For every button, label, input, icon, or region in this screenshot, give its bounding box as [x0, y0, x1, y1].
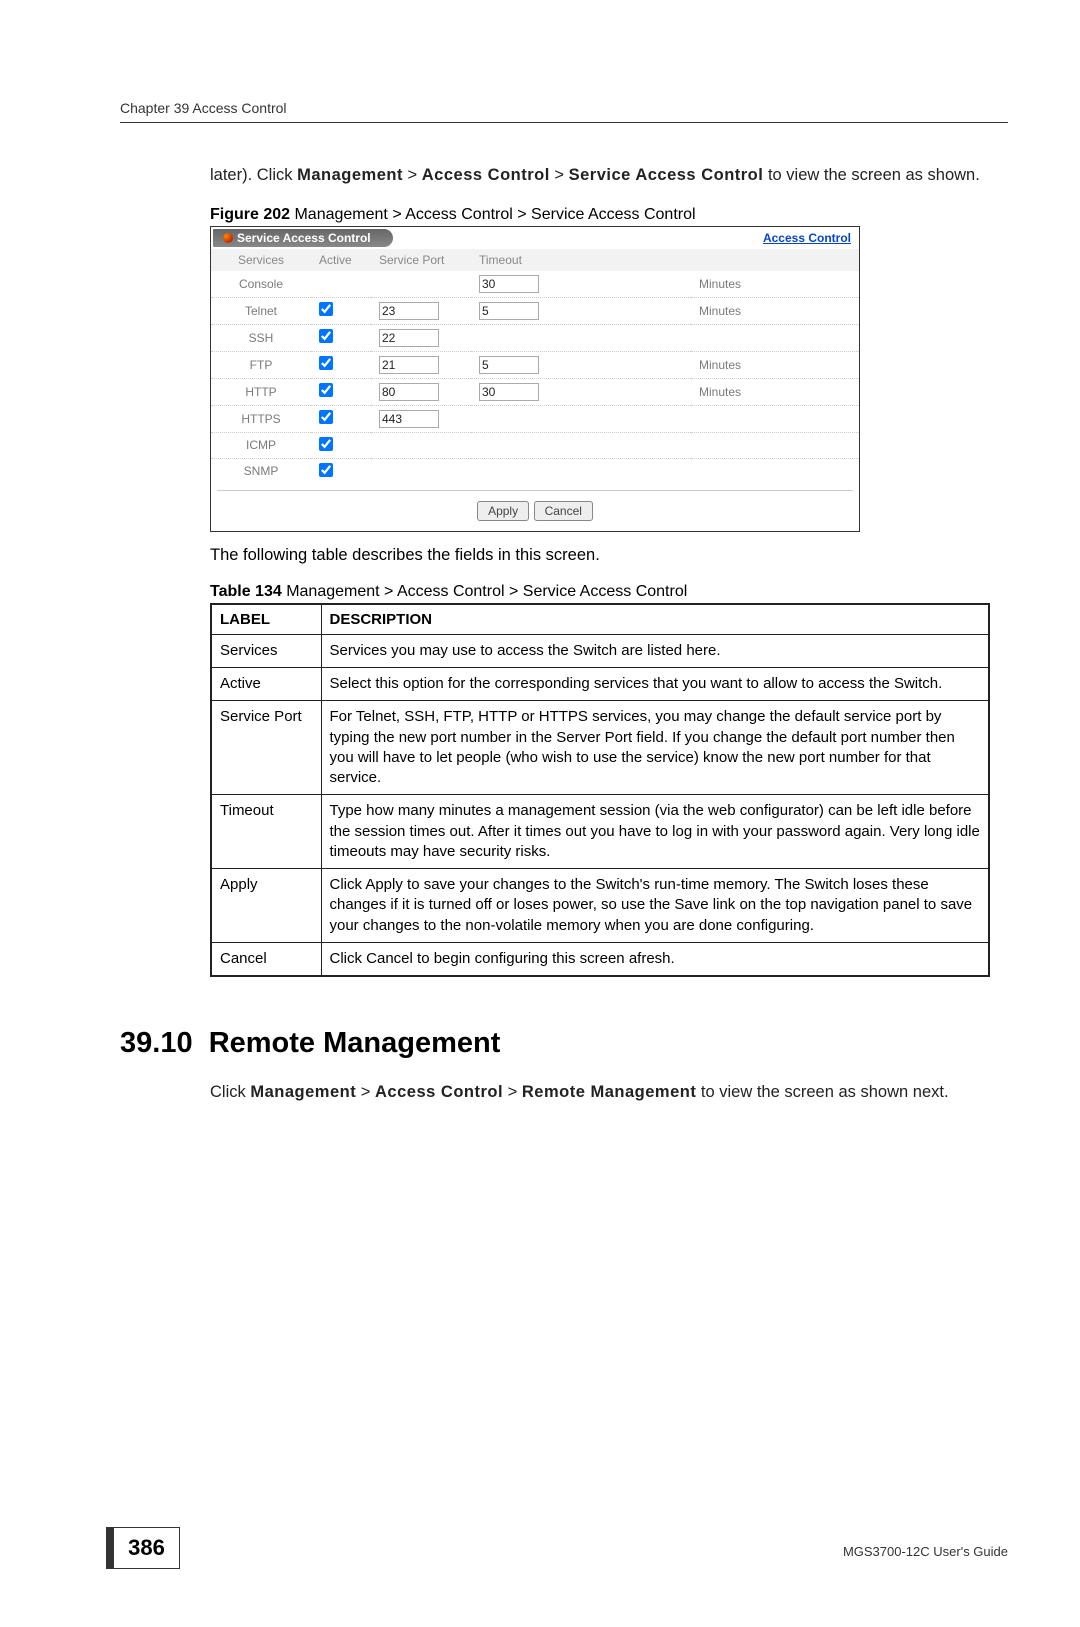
guide-name: MGS3700-12C User's Guide	[843, 1544, 1008, 1559]
button-row: Apply Cancel	[211, 491, 859, 531]
https-port-input[interactable]	[379, 410, 439, 428]
nav-management-2: Management	[250, 1083, 356, 1101]
table-row: ICMP	[211, 432, 859, 458]
ssh-port-input[interactable]	[379, 329, 439, 347]
intro-paragraph: later). Click Management > Access Contro…	[210, 163, 1008, 188]
section-heading: 39.10 Remote Management	[120, 1027, 1008, 1060]
services-table: Services Active Service Port Timeout Con…	[211, 249, 859, 484]
ftp-port-input[interactable]	[379, 356, 439, 374]
minutes-label: Minutes	[691, 378, 859, 405]
nav-management: Management	[297, 166, 403, 184]
nav-remote-management: Remote Management	[522, 1083, 696, 1101]
ftp-active-checkbox[interactable]	[319, 356, 333, 370]
row-label: Service Port	[211, 701, 321, 795]
table-row: SSH	[211, 324, 859, 351]
row-label: Active	[211, 668, 321, 701]
svc-icmp: ICMP	[211, 432, 311, 458]
th-services: Services	[211, 249, 311, 271]
http-timeout-input[interactable]	[479, 383, 539, 401]
page-number-box: 386	[106, 1527, 180, 1569]
section-body: Click Management > Access Control > Remo…	[210, 1080, 1008, 1105]
snmp-active-checkbox[interactable]	[319, 463, 333, 477]
panel-title-text: Service Access Control	[237, 231, 371, 245]
table-row: Console Minutes	[211, 271, 859, 298]
telnet-timeout-input[interactable]	[479, 302, 539, 320]
section-number: 39.10	[120, 1027, 193, 1059]
th-port: Service Port	[371, 249, 471, 271]
table-row: Cancel Click Cancel to begin configuring…	[211, 942, 989, 976]
service-access-control-panel: Service Access Control Access Control Se…	[210, 226, 860, 532]
description-table: LABEL DESCRIPTION Services Services you …	[210, 603, 990, 977]
http-port-input[interactable]	[379, 383, 439, 401]
access-control-link[interactable]: Access Control	[763, 231, 851, 245]
section-title: Remote Management	[209, 1027, 501, 1059]
page-header: Chapter 39 Access Control	[120, 100, 1008, 123]
telnet-active-checkbox[interactable]	[319, 302, 333, 316]
minutes-label: Minutes	[691, 271, 859, 298]
table-row: FTP Minutes	[211, 351, 859, 378]
table-row: Service Port For Telnet, SSH, FTP, HTTP …	[211, 701, 989, 795]
svc-snmp: SNMP	[211, 458, 311, 484]
telnet-port-input[interactable]	[379, 302, 439, 320]
svc-http: HTTP	[211, 378, 311, 405]
th-active: Active	[311, 249, 371, 271]
intro-text-2: to view the screen as shown.	[763, 166, 979, 184]
nav-service-access-control: Service Access Control	[569, 166, 764, 184]
ftp-timeout-input[interactable]	[479, 356, 539, 374]
panel-title-tab: Service Access Control	[213, 229, 393, 247]
ssh-active-checkbox[interactable]	[319, 329, 333, 343]
table-row: Timeout Type how many minutes a manageme…	[211, 795, 989, 869]
cancel-button[interactable]: Cancel	[534, 501, 593, 521]
th-label: LABEL	[211, 604, 321, 635]
table-label: Table 134	[210, 583, 282, 600]
th-description: DESCRIPTION	[321, 604, 989, 635]
table-caption-text: Management > Access Control > Service Ac…	[282, 583, 688, 600]
svc-ftp: FTP	[211, 351, 311, 378]
row-desc: For Telnet, SSH, FTP, HTTP or HTTPS serv…	[321, 701, 989, 795]
intro-text-1: later). Click	[210, 166, 297, 184]
minutes-label: Minutes	[691, 297, 859, 324]
svc-https: HTTPS	[211, 405, 311, 432]
panel-header: Service Access Control Access Control	[211, 227, 859, 249]
row-desc: Click Cancel to begin configuring this s…	[321, 942, 989, 976]
table-row: Telnet Minutes	[211, 297, 859, 324]
svc-console: Console	[211, 271, 311, 298]
table-row: Active Select this option for the corres…	[211, 668, 989, 701]
row-desc: Select this option for the corresponding…	[321, 668, 989, 701]
https-active-checkbox[interactable]	[319, 410, 333, 424]
table-caption: Table 134 Management > Access Control > …	[210, 583, 1008, 601]
table-row: SNMP	[211, 458, 859, 484]
table-row: Services Services you may use to access …	[211, 634, 989, 667]
http-active-checkbox[interactable]	[319, 383, 333, 397]
row-label: Timeout	[211, 795, 321, 869]
row-desc: Services you may use to access the Switc…	[321, 634, 989, 667]
console-timeout-input[interactable]	[479, 275, 539, 293]
minutes-label: Minutes	[691, 351, 859, 378]
table-intro-text: The following table describes the fields…	[210, 546, 1008, 565]
apply-button[interactable]: Apply	[477, 501, 529, 521]
icmp-active-checkbox[interactable]	[319, 437, 333, 451]
figure-caption: Figure 202 Management > Access Control >…	[210, 206, 1008, 224]
svc-telnet: Telnet	[211, 297, 311, 324]
row-desc: Click Apply to save your changes to the …	[321, 869, 989, 943]
figure-caption-text: Management > Access Control > Service Ac…	[290, 206, 696, 223]
row-label: Services	[211, 634, 321, 667]
content-area: later). Click Management > Access Contro…	[120, 123, 1008, 1105]
th-timeout: Timeout	[471, 249, 859, 271]
row-label: Cancel	[211, 942, 321, 976]
table-row: HTTP Minutes	[211, 378, 859, 405]
svc-ssh: SSH	[211, 324, 311, 351]
row-label: Apply	[211, 869, 321, 943]
row-desc: Type how many minutes a management sessi…	[321, 795, 989, 869]
tab-dot-icon	[223, 233, 233, 243]
table-row: Apply Click Apply to save your changes t…	[211, 869, 989, 943]
nav-access-control: Access Control	[422, 166, 550, 184]
nav-access-control-2: Access Control	[375, 1083, 503, 1101]
table-row: HTTPS	[211, 405, 859, 432]
figure-label: Figure 202	[210, 206, 290, 223]
